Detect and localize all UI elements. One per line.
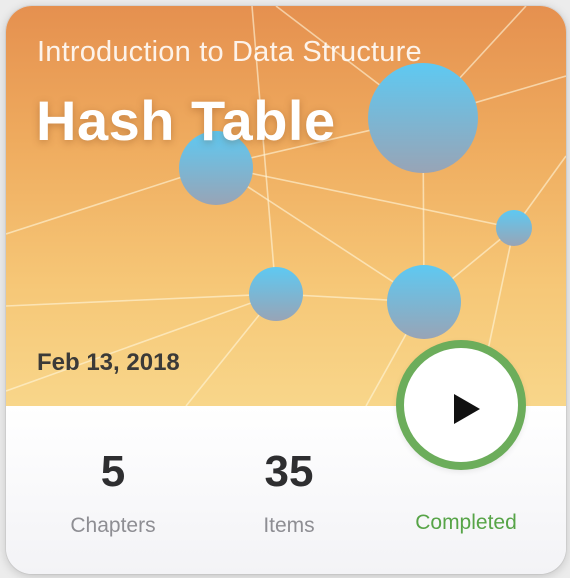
network-node xyxy=(387,265,461,339)
network-node xyxy=(368,63,478,173)
items-label: Items xyxy=(263,514,315,537)
course-card[interactable]: Introduction to Data Structure Hash Tabl… xyxy=(6,6,566,574)
chapters-stat: 5 Chapters xyxy=(53,450,173,538)
chapters-label: Chapters xyxy=(70,514,156,537)
course-date: Feb 13, 2018 xyxy=(37,349,180,376)
completion-status: Completed xyxy=(415,511,517,534)
network-node xyxy=(249,267,303,321)
play-icon xyxy=(454,394,480,424)
play-button[interactable] xyxy=(396,340,526,470)
items-count: 35 xyxy=(264,447,314,496)
items-stat: 35 Items xyxy=(229,450,349,538)
network-node xyxy=(496,210,532,246)
chapters-count: 5 xyxy=(100,447,126,496)
course-title: Hash Table xyxy=(36,89,336,152)
course-subtitle: Introduction to Data Structure xyxy=(37,36,422,68)
